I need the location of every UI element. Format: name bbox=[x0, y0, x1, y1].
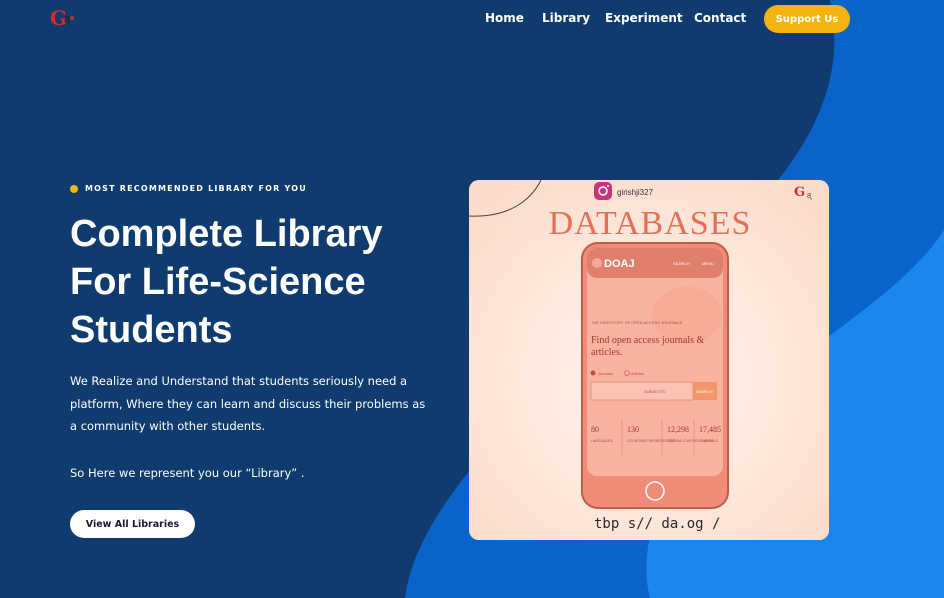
doaj-search-label: SEARCH bbox=[696, 389, 713, 394]
site-logo[interactable]: G त् bbox=[50, 6, 104, 34]
support-us-button[interactable]: Support Us bbox=[764, 5, 850, 33]
logo-dot bbox=[70, 16, 74, 20]
stat-label-4: JOURNALS bbox=[699, 439, 718, 443]
radio-journals: Journals bbox=[598, 371, 613, 376]
doaj-nav-menu: MENU bbox=[702, 261, 714, 266]
card-illustration: girishji327 G त् DATABASES DOAJ SEARCH M… bbox=[469, 180, 829, 540]
view-all-libraries-button[interactable]: View All Libraries bbox=[70, 510, 195, 538]
hero-description: We Realize and Understand that students … bbox=[70, 374, 426, 433]
doaj-search-input bbox=[590, 381, 694, 401]
stat-value-3: 12,298 bbox=[667, 425, 689, 434]
card-footer-url: tbp s// da.og / bbox=[594, 516, 720, 532]
doaj-select: SUBJECTS bbox=[644, 389, 665, 394]
hero-title: Complete Library For Life-Science Studen… bbox=[70, 213, 383, 351]
nav-item-home[interactable]: Home bbox=[485, 11, 524, 25]
doaj-tagline: THE DIRECTORY OF OPEN ACCESS JOURNALS bbox=[591, 320, 683, 325]
instagram-handle: girishji327 bbox=[617, 188, 654, 197]
card-logo-letter: G bbox=[794, 185, 805, 200]
stat-value-2: 130 bbox=[627, 425, 639, 434]
doaj-logo: DOAJ bbox=[604, 258, 635, 270]
stat-label-1: LANGUAGES bbox=[591, 439, 613, 443]
stat-value-1: 80 bbox=[591, 425, 599, 434]
doaj-nav-search: SEARCH bbox=[673, 261, 690, 266]
radio-articles: Articles bbox=[631, 371, 644, 376]
nav-item-contact[interactable]: Contact bbox=[694, 11, 746, 25]
doaj-heading-line1: Find open access journals & bbox=[591, 335, 705, 346]
card-heading: DATABASES bbox=[549, 205, 752, 242]
instagram-icon bbox=[594, 182, 612, 200]
eyebrow-text: MOST RECOMMENDED LIBRARY FOR YOU bbox=[85, 184, 307, 193]
featured-image-card[interactable]: girishji327 G त् DATABASES DOAJ SEARCH M… bbox=[469, 180, 829, 540]
nav-item-experiment[interactable]: Experiment bbox=[605, 11, 683, 25]
nav-item-library[interactable]: Library bbox=[542, 11, 590, 25]
hero-note: So Here we represent you our “Library” . bbox=[70, 466, 305, 480]
eyebrow-dot-icon bbox=[70, 184, 78, 193]
eyebrow: MOST RECOMMENDED LIBRARY FOR YOU bbox=[70, 184, 307, 193]
logo-glyph: त् bbox=[64, 15, 70, 26]
stat-value-4: 17,485 bbox=[699, 425, 721, 434]
doaj-heading-line2: articles. bbox=[591, 347, 622, 358]
